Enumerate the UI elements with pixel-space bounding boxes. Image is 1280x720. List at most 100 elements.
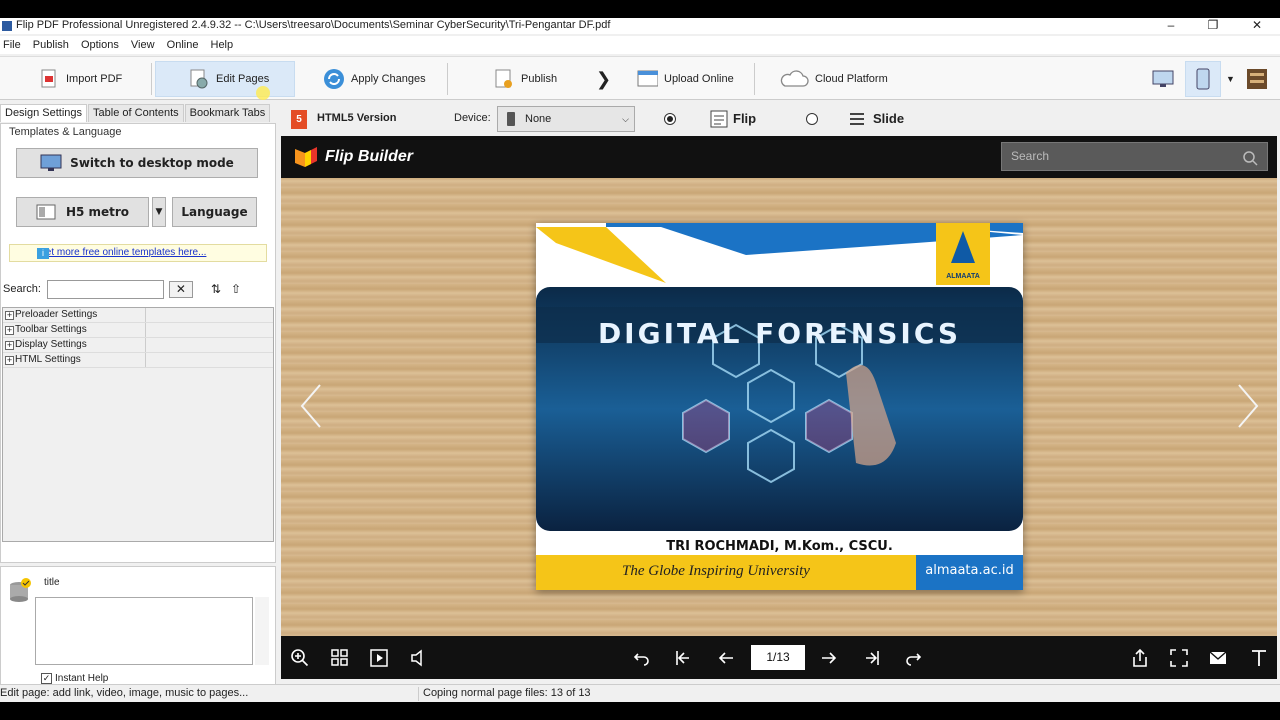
apply-changes-button[interactable]: Apply Changes	[323, 61, 426, 97]
autoplay-icon[interactable]	[369, 648, 389, 668]
app-window: Flip PDF Professional Unregistered 2.4.9…	[0, 18, 1280, 702]
minimize-button[interactable]: –	[1156, 18, 1186, 34]
mouse-cursor-highlight	[256, 86, 270, 100]
flip-mode-label: Flip	[733, 111, 757, 126]
toolbar-separator	[447, 63, 448, 95]
menu-publish[interactable]: Publish	[30, 36, 75, 54]
flip-builder-logo: Flip Builder	[293, 145, 413, 169]
email-icon[interactable]	[1208, 648, 1228, 668]
slide-mode-icon	[850, 113, 864, 125]
tab-design-settings[interactable]: Design Settings	[0, 104, 88, 122]
html5-version-label: HTML5 Version	[317, 112, 397, 124]
previous-page-arrow-icon[interactable]	[298, 383, 324, 429]
device-select[interactable]: None ⌵	[497, 106, 635, 132]
more-templates-link[interactable]: i Get more free online templates here...	[9, 244, 267, 262]
expand-icon[interactable]: +	[5, 341, 14, 350]
database-check-icon	[10, 578, 31, 602]
book-cover-page[interactable]: DIGITAL FORENSICS ALMAATA TRI ROCHMADI, …	[536, 223, 1023, 590]
menu-online[interactable]: Online	[164, 36, 205, 54]
cloud-platform-button[interactable]: Cloud Platform	[779, 61, 888, 97]
template-icon	[36, 204, 56, 220]
flipbook-preview: Flip Builder Search DIGITAL FORENSICS AL…	[281, 136, 1277, 679]
tree-item-preloader[interactable]: + Preloader Settings	[3, 308, 273, 323]
check-icon: ✓	[41, 673, 52, 684]
expand-icon[interactable]: +	[5, 326, 14, 335]
sort-asc-icon[interactable]: ⇧	[231, 282, 241, 296]
main-toolbar: Import PDF Edit Pages Apply Changes Publ…	[0, 56, 1280, 100]
cover-author: TRI ROCHMADI, M.Kom., CSCU.	[666, 539, 893, 554]
previous-page-icon[interactable]	[716, 648, 736, 668]
title-bar: Flip PDF Professional Unregistered 2.4.9…	[0, 18, 1280, 34]
flipbook-search-input[interactable]: Search	[1001, 142, 1268, 171]
cover-heading: DIGITAL FORENSICS	[597, 317, 962, 350]
instant-help-checkbox[interactable]: ✓ Instant Help	[41, 673, 108, 684]
sort-desc-icon[interactable]: ⇅	[211, 282, 221, 296]
tree-item-display[interactable]: + Display Settings	[3, 338, 273, 353]
page-number-input[interactable]: 1/13	[751, 645, 805, 670]
search-icon	[1243, 151, 1258, 166]
desktop-view-icon[interactable]	[1152, 61, 1176, 97]
flipbook-footer-toolbar: 1/13	[281, 636, 1277, 679]
property-help-panel: title ✓ Instant Help	[0, 566, 276, 688]
chevron-down-icon: ⌵	[622, 113, 629, 124]
expand-icon[interactable]: +	[5, 356, 14, 365]
menu-options[interactable]: Options	[78, 36, 125, 54]
fullscreen-icon[interactable]	[1169, 648, 1189, 668]
flipbook-stage: DIGITAL FORENSICS ALMAATA TRI ROCHMADI, …	[281, 178, 1277, 636]
status-progress-text: Coping normal page files: 13 of 13	[423, 687, 591, 699]
html5-icon: 5	[291, 110, 307, 129]
view-dropdown-icon[interactable]: ▼	[1226, 61, 1235, 97]
edit-pages-button[interactable]: Edit Pages	[155, 61, 295, 97]
next-page-icon[interactable]	[819, 648, 839, 668]
search-label: Search:	[3, 283, 41, 295]
description-scrollbar[interactable]	[255, 597, 269, 665]
toolbar-separator	[754, 63, 755, 95]
menu-view[interactable]: View	[128, 36, 161, 54]
zoom-in-icon[interactable]	[290, 648, 310, 668]
last-page-icon[interactable]	[862, 648, 882, 668]
upload-icon	[636, 68, 658, 90]
flip-mode-icon	[710, 110, 728, 128]
flip-radio[interactable]	[664, 113, 676, 125]
property-description-box[interactable]	[35, 597, 253, 665]
import-pdf-button[interactable]: Import PDF	[38, 61, 122, 97]
toolbar-separator	[151, 63, 152, 95]
language-button[interactable]: Language	[172, 197, 257, 227]
bookshelf-icon[interactable]	[1246, 61, 1270, 97]
settings-search: Search: ✕ ⇅ ⇧	[3, 278, 275, 300]
sound-icon[interactable]	[409, 648, 429, 668]
template-dropdown-icon[interactable]: ▼	[152, 197, 166, 227]
expand-icon[interactable]: +	[5, 311, 14, 320]
almaata-logo-text: ALMAATA	[946, 273, 980, 280]
first-page-icon[interactable]	[673, 648, 693, 668]
tree-item-toolbar[interactable]: + Toolbar Settings	[3, 323, 273, 338]
undo-icon[interactable]	[632, 648, 652, 668]
flip-builder-logo-icon	[295, 147, 317, 167]
tab-bookmark-tabs[interactable]: Bookmark Tabs	[184, 104, 271, 122]
close-button[interactable]: ✕	[1242, 18, 1272, 34]
tab-table-of-contents[interactable]: Table of Contents	[88, 104, 184, 122]
settings-tabs: Design Settings Table of Contents Bookma…	[0, 104, 271, 122]
maximize-button[interactable]: ❐	[1198, 18, 1228, 34]
settings-search-input[interactable]	[46, 279, 164, 299]
publish-icon	[493, 68, 515, 90]
left-settings-pane: Design Settings Table of Contents Bookma…	[0, 102, 278, 688]
menu-bar: File Publish Options View Online Help	[0, 36, 1280, 54]
text-icon[interactable]	[1249, 648, 1269, 668]
redo-icon[interactable]	[903, 648, 923, 668]
next-page-arrow-icon[interactable]	[1235, 383, 1261, 429]
switch-desktop-button[interactable]: Switch to desktop mode	[16, 148, 258, 178]
upload-online-button[interactable]: Upload Online	[636, 61, 734, 97]
device-label: Device:	[454, 112, 491, 124]
slide-radio[interactable]	[806, 113, 818, 125]
menu-help[interactable]: Help	[208, 36, 240, 54]
status-bar: Edit page: add link, video, image, music…	[0, 684, 1280, 702]
clear-search-button[interactable]: ✕	[168, 280, 193, 298]
thumbnails-icon[interactable]	[330, 648, 350, 668]
publish-button[interactable]: Publish	[493, 61, 557, 97]
tree-item-html[interactable]: + HTML Settings	[3, 353, 273, 368]
mobile-view-icon[interactable]	[1185, 61, 1221, 97]
menu-file[interactable]: File	[0, 36, 27, 54]
share-icon[interactable]	[1130, 648, 1150, 668]
template-button[interactable]: H5 metro	[16, 197, 149, 227]
